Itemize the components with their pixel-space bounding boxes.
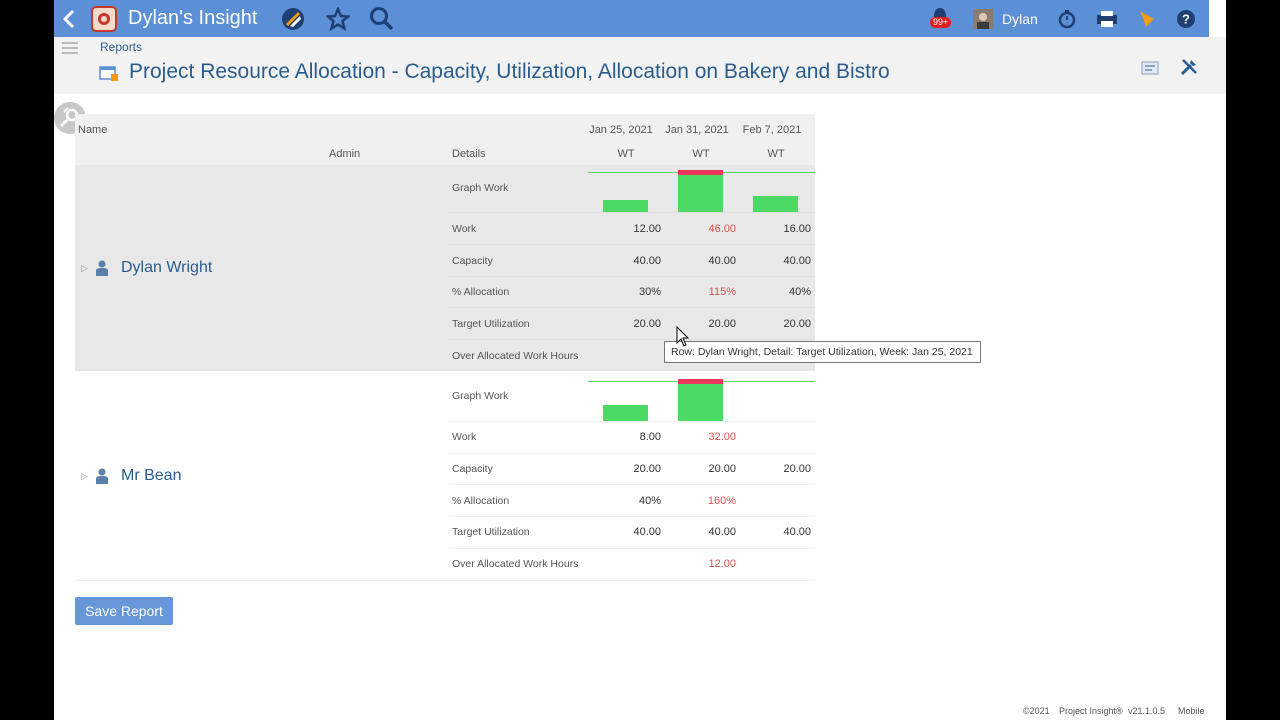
detail-label-work: Work [452,223,477,235]
capacity-value: 20.00 [783,463,811,475]
page-header: Reports Project Resource Allocation - Ca… [54,37,1226,94]
favorites-star-icon[interactable] [325,0,351,37]
projects-icon[interactable] [280,0,306,37]
detail-label-allocation: % Allocation [452,495,510,507]
app-window: Dylan's Insight 99+ Dylan ? Reports Proj… [54,0,1226,720]
graph-work-chart [588,379,815,421]
detail-label-capacity: Capacity [452,463,493,475]
detail-label-over-allocated: Over Allocated Work Hours [452,350,579,362]
work-bar [678,172,723,212]
admin-column-header[interactable]: Admin [329,148,360,160]
work-bar [678,381,723,421]
target-utilization-value: 40.00 [783,526,811,538]
breadcrumb[interactable]: Reports [100,40,142,54]
user-name[interactable]: Dylan [1002,0,1042,37]
avatar[interactable] [971,0,995,37]
save-report-button[interactable]: Save Report [75,597,173,625]
top-bar: Dylan's Insight 99+ Dylan ? [54,0,1209,37]
detail-label-target-utilization: Target Utilization [452,318,530,330]
work-bar [753,196,798,212]
cell-tooltip: Row: Dylan Wright, Detail: Target Utiliz… [664,341,981,363]
detail-label-graph-work: Graph Work [452,182,509,194]
capacity-value: 40.00 [783,255,811,267]
allocation-value: 160% [707,495,736,507]
mouse-cursor-icon [676,325,690,353]
allocation-value: 40% [638,495,661,507]
work-value: 46.00 [708,223,736,235]
settings-tools-icon[interactable] [1179,57,1199,82]
target-utilization-value: 40.00 [633,526,661,538]
details-column-header[interactable]: Details [452,148,486,160]
detail-label-over-allocated: Over Allocated Work Hours [452,558,579,570]
detail-label-graph-work: Graph Work [452,390,509,402]
week-sub-header: WT [692,148,710,160]
week-date-header: Jan 31, 2021 [665,124,729,136]
work-value: 32.00 [708,431,736,443]
week-date-header: Jan 25, 2021 [589,124,653,136]
bookmark-icon[interactable] [1135,0,1159,37]
resource-name[interactable]: Mr Bean [121,467,181,485]
search-icon[interactable] [368,0,396,37]
footer-mobile-link[interactable]: Mobile [1178,706,1205,716]
timer-icon[interactable] [1056,0,1078,37]
target-utilization-value: 40.00 [708,526,736,538]
graph-work-chart [588,170,815,212]
over-allocated-value: 12.00 [708,558,736,570]
detail-label-capacity: Capacity [452,255,493,267]
page-title: Project Resource Allocation - Capacity, … [129,60,890,83]
week-sub-header: WT [767,148,785,160]
expand-arrow-icon[interactable]: ▷ [81,471,88,482]
svg-text:?: ? [1182,11,1190,26]
detail-label-target-utilization: Target Utilization [452,526,530,538]
work-value: 8.00 [639,431,661,443]
footer-version: v21.1.0.5 [1128,706,1166,716]
back-icon[interactable] [58,0,80,37]
allocation-value: 40% [788,286,811,298]
expand-arrow-icon[interactable]: ▷ [81,263,88,274]
help-icon[interactable]: ? [1174,0,1198,37]
allocation-value: 30% [638,286,661,298]
allocation-value: 115% [708,286,736,298]
detail-label-allocation: % Allocation [452,286,510,298]
export-icon[interactable] [1141,60,1159,81]
detail-label-work: Work [452,431,477,443]
person-icon [95,468,109,489]
target-utilization-value: 20.00 [783,318,811,330]
capacity-value: 20.00 [708,463,736,475]
app-title[interactable]: Dylan's Insight [128,0,278,37]
over-allocation-bar [678,379,723,384]
name-column-header[interactable]: Name [78,124,107,136]
work-value: 12.00 [633,223,661,235]
topbar-gap [1209,0,1226,37]
report-icon [99,64,119,82]
capacity-value: 40.00 [708,255,736,267]
person-icon [95,260,109,281]
capacity-value: 40.00 [633,255,661,267]
capacity-value: 20.00 [633,463,661,475]
week-sub-header: WT [617,148,635,160]
resource-name[interactable]: Dylan Wright [121,259,212,277]
target-utilization-value: 20.00 [633,318,661,330]
over-allocation-bar [678,170,723,175]
footer-copyright: ©2021 [1023,706,1050,716]
footer-brand[interactable]: Project Insight® [1059,706,1123,716]
print-icon[interactable] [1095,0,1119,37]
work-bar [603,405,648,421]
notifications-icon[interactable]: 99+ [928,0,952,37]
work-bar [603,200,648,212]
work-value: 16.00 [783,223,811,235]
notification-badge: 99+ [930,17,952,28]
app-logo-icon[interactable] [90,0,118,37]
menu-icon[interactable] [62,42,78,56]
week-date-header: Feb 7, 2021 [742,124,802,136]
